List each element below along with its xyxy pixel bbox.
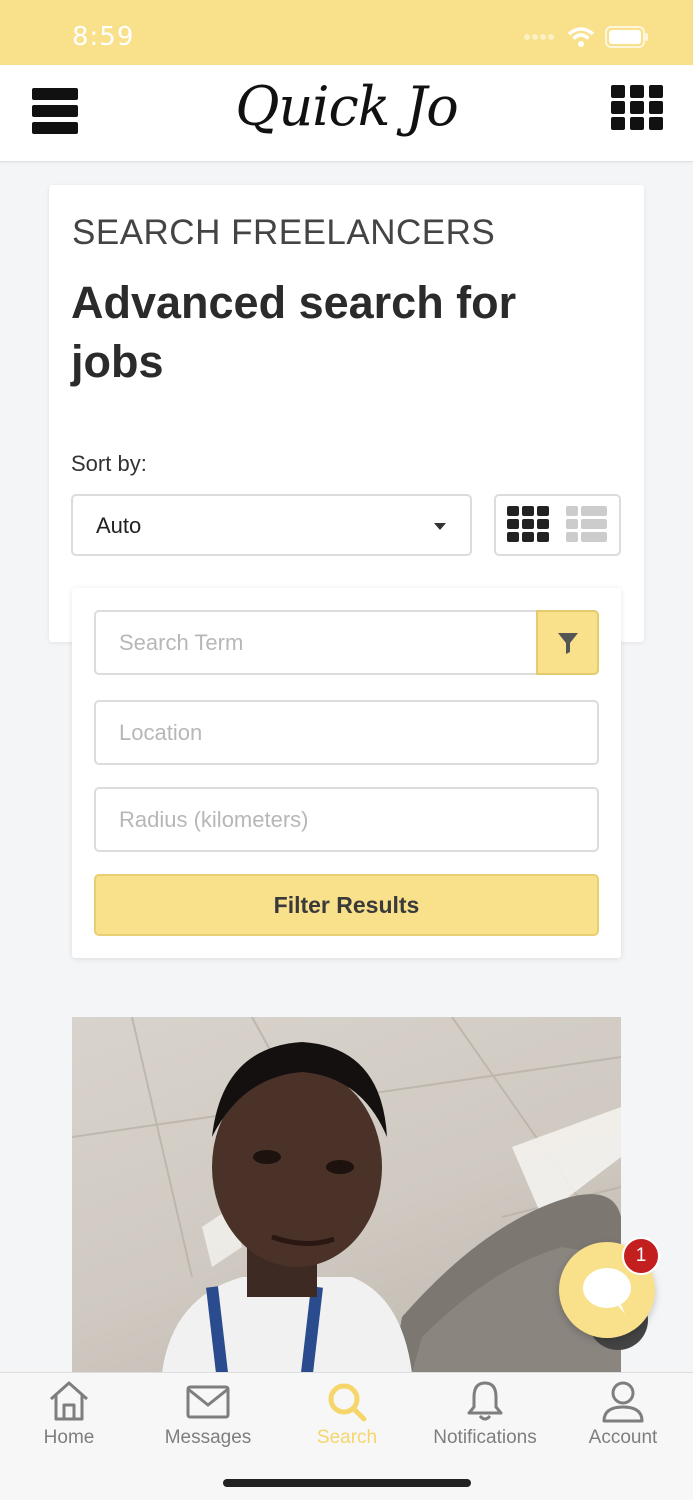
status-icons xyxy=(523,26,649,48)
filter-toggle-button[interactable] xyxy=(536,610,599,675)
app-header: Quick Jo xyxy=(0,65,693,162)
filter-results-button[interactable]: Filter Results xyxy=(94,874,599,936)
sort-select-value: Auto xyxy=(96,513,142,538)
nav-home[interactable]: Home xyxy=(4,1379,134,1449)
nav-account[interactable]: Account xyxy=(558,1379,688,1449)
envelope-icon xyxy=(186,1385,230,1419)
battery-icon xyxy=(605,26,648,48)
grid-view-icon[interactable] xyxy=(507,506,549,544)
nav-search-label: Search xyxy=(316,1427,378,1448)
home-icon xyxy=(50,1381,88,1421)
user-icon xyxy=(602,1381,644,1423)
chat-unread-badge: 1 xyxy=(622,1237,660,1275)
app-logo[interactable]: Quick Jo xyxy=(0,75,693,138)
grid-menu-icon[interactable] xyxy=(611,85,663,131)
page-eyebrow: SEARCH FREELANCERS xyxy=(72,213,496,252)
view-toggle xyxy=(494,494,621,556)
search-term-field xyxy=(94,610,599,675)
nav-search[interactable]: Search xyxy=(282,1379,412,1449)
page-title: Advanced search for jobs xyxy=(71,277,517,387)
freelancer-profile-photo[interactable] xyxy=(72,1017,621,1373)
nav-messages[interactable]: Messages xyxy=(143,1379,273,1449)
bell-icon xyxy=(467,1381,503,1421)
wifi-icon xyxy=(567,27,595,47)
location-input[interactable] xyxy=(96,702,597,763)
radius-input[interactable] xyxy=(96,789,597,850)
sort-label: Sort by: xyxy=(71,451,147,476)
radius-field xyxy=(94,787,599,852)
filter-icon xyxy=(557,632,578,654)
search-card: SEARCH FREELANCERS Advanced search for j… xyxy=(49,185,644,642)
nav-messages-label: Messages xyxy=(164,1427,252,1448)
home-indicator xyxy=(223,1479,471,1487)
nav-notifications[interactable]: Notifications xyxy=(420,1379,550,1449)
status-bar: 8:59 xyxy=(0,0,693,65)
sort-select[interactable]: Auto xyxy=(71,494,472,556)
status-time: 8:59 xyxy=(72,22,135,52)
list-view-icon[interactable] xyxy=(566,506,608,544)
filter-panel: Filter Results xyxy=(72,588,621,958)
nav-notifications-label: Notifications xyxy=(433,1427,537,1448)
signal-icon xyxy=(524,34,554,40)
search-icon xyxy=(328,1383,367,1422)
nav-home-label: Home xyxy=(43,1427,95,1448)
profile-photo-illustration xyxy=(72,1017,621,1373)
search-term-input[interactable] xyxy=(96,612,536,673)
nav-account-label: Account xyxy=(588,1427,658,1448)
location-field xyxy=(94,700,599,765)
chevron-down-icon xyxy=(434,523,446,530)
